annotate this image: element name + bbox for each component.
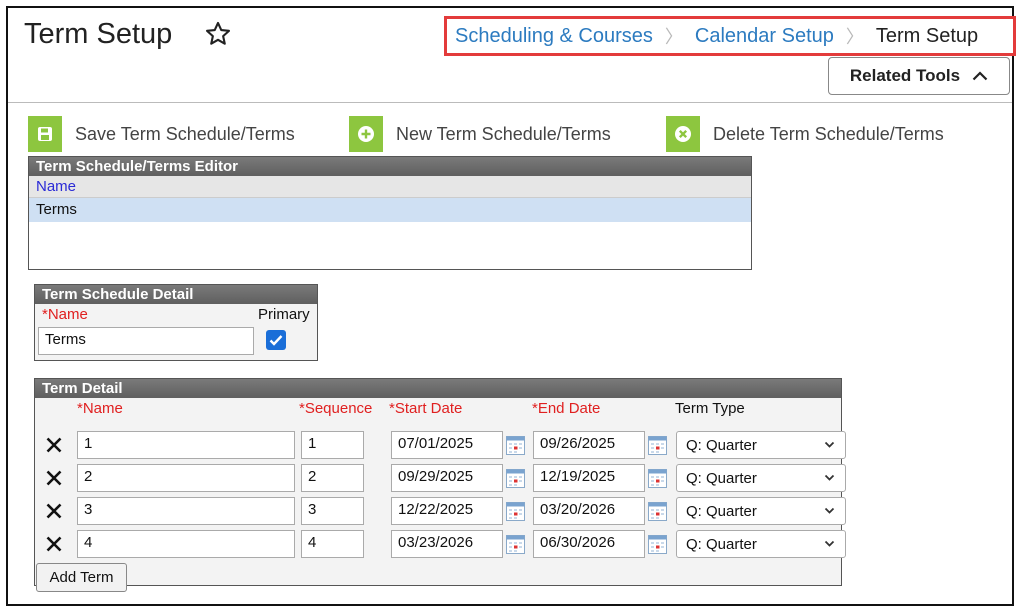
- calendar-icon[interactable]: [648, 469, 667, 488]
- chevron-down-icon: [824, 540, 835, 547]
- chevron-up-icon: [972, 71, 988, 81]
- col-header-sequence: *Sequence: [299, 400, 373, 417]
- term-name-field[interactable]: 4: [77, 530, 295, 558]
- calendar-icon[interactable]: [506, 469, 525, 488]
- list-item[interactable]: Terms: [29, 198, 751, 222]
- term-sequence-field[interactable]: 2: [301, 464, 364, 492]
- breadcrumb-current: Term Setup: [875, 24, 979, 47]
- calendar-icon[interactable]: [506, 436, 525, 455]
- page-header: Term Setup Scheduling & Courses 〉 Calend…: [8, 8, 1016, 103]
- primary-checkbox[interactable]: [266, 330, 286, 350]
- term-name-field[interactable]: 2: [77, 464, 295, 492]
- page-frame: Term Setup Scheduling & Courses 〉 Calend…: [6, 6, 1016, 606]
- term-type-value: Q: Quarter: [686, 503, 757, 520]
- col-header-term-type: Term Type: [675, 400, 745, 417]
- related-tools-button[interactable]: Related Tools: [828, 57, 1010, 95]
- save-icon: [28, 116, 62, 152]
- term-sequence-field[interactable]: 4: [301, 530, 364, 558]
- delete-button[interactable]: Delete Term Schedule/Terms: [666, 116, 944, 152]
- term-type-value: Q: Quarter: [686, 437, 757, 454]
- related-tools-label: Related Tools: [849, 66, 961, 85]
- term-schedule-editor: Term Schedule/Terms Editor Name Terms: [28, 156, 752, 270]
- add-term-button[interactable]: Add Term: [36, 563, 127, 592]
- term-name-field[interactable]: 1: [77, 431, 295, 459]
- calendar-icon[interactable]: [506, 535, 525, 554]
- term-type-select[interactable]: Q: Quarter: [676, 497, 846, 525]
- chevron-down-icon: [824, 474, 835, 481]
- term-start-date-field[interactable]: 03/23/2026: [391, 530, 503, 558]
- save-button[interactable]: Save Term Schedule/Terms: [28, 116, 295, 152]
- primary-label: Primary: [258, 306, 310, 323]
- save-button-label: Save Term Schedule/Terms: [75, 123, 295, 144]
- term-type-value: Q: Quarter: [686, 536, 757, 553]
- term-schedule-detail: Term Schedule Detail *Name Primary Terms: [34, 284, 318, 361]
- calendar-icon[interactable]: [648, 436, 667, 455]
- term-start-date-field[interactable]: 09/29/2025: [391, 464, 503, 492]
- chevron-right-icon: 〉: [845, 27, 864, 47]
- chevron-down-icon: [824, 441, 835, 448]
- calendar-icon[interactable]: [506, 502, 525, 521]
- schedule-name-field[interactable]: Terms: [38, 327, 254, 355]
- checkmark-icon: [269, 335, 283, 346]
- term-end-date-field[interactable]: 12/19/2025: [533, 464, 645, 492]
- editor-column-name[interactable]: Name: [29, 176, 751, 198]
- col-header-end-date: *End Date: [532, 400, 601, 417]
- breadcrumb: Scheduling & Courses 〉 Calendar Setup 〉 …: [444, 16, 1016, 56]
- editor-title: Term Schedule/Terms Editor: [29, 157, 751, 176]
- term-sequence-field[interactable]: 3: [301, 497, 364, 525]
- new-button-label: New Term Schedule/Terms: [396, 123, 611, 144]
- plus-circle-icon: [349, 116, 383, 152]
- delete-row-icon[interactable]: [45, 469, 63, 487]
- calendar-icon[interactable]: [648, 502, 667, 521]
- term-detail: Term Detail *Name *Sequence *Start Date …: [34, 378, 846, 586]
- term-sequence-field[interactable]: 1: [301, 431, 364, 459]
- breadcrumb-link-scheduling[interactable]: Scheduling & Courses: [455, 25, 653, 48]
- term-start-date-field[interactable]: 12/22/2025: [391, 497, 503, 525]
- term-type-select[interactable]: Q: Quarter: [676, 464, 846, 492]
- delete-button-label: Delete Term Schedule/Terms: [713, 123, 944, 144]
- term-type-value: Q: Quarter: [686, 470, 757, 487]
- new-button[interactable]: New Term Schedule/Terms: [349, 116, 611, 152]
- delete-row-icon[interactable]: [45, 436, 63, 454]
- term-detail-title: Term Detail: [35, 379, 841, 398]
- calendar-icon[interactable]: [648, 535, 667, 554]
- term-type-select[interactable]: Q: Quarter: [676, 431, 846, 459]
- term-type-select[interactable]: Q: Quarter: [676, 530, 846, 558]
- chevron-down-icon: [824, 507, 835, 514]
- delete-row-icon[interactable]: [45, 502, 63, 520]
- col-header-name: *Name: [77, 400, 123, 417]
- term-end-date-field[interactable]: 06/30/2026: [533, 530, 645, 558]
- x-circle-icon: [666, 116, 700, 152]
- delete-row-icon[interactable]: [45, 535, 63, 553]
- favorite-star-icon[interactable]: [204, 20, 232, 48]
- chevron-right-icon: 〉: [664, 27, 683, 47]
- schedule-name-label: *Name: [42, 306, 88, 323]
- term-start-date-field[interactable]: 07/01/2025: [391, 431, 503, 459]
- col-header-start-date: *Start Date: [389, 400, 463, 417]
- breadcrumb-link-calendar-setup[interactable]: Calendar Setup: [695, 25, 834, 48]
- term-end-date-field[interactable]: 09/26/2025: [533, 431, 645, 459]
- term-end-date-field[interactable]: 03/20/2026: [533, 497, 645, 525]
- schedule-detail-title: Term Schedule Detail: [35, 285, 317, 304]
- term-name-field[interactable]: 3: [77, 497, 295, 525]
- page-title: Term Setup: [24, 18, 173, 50]
